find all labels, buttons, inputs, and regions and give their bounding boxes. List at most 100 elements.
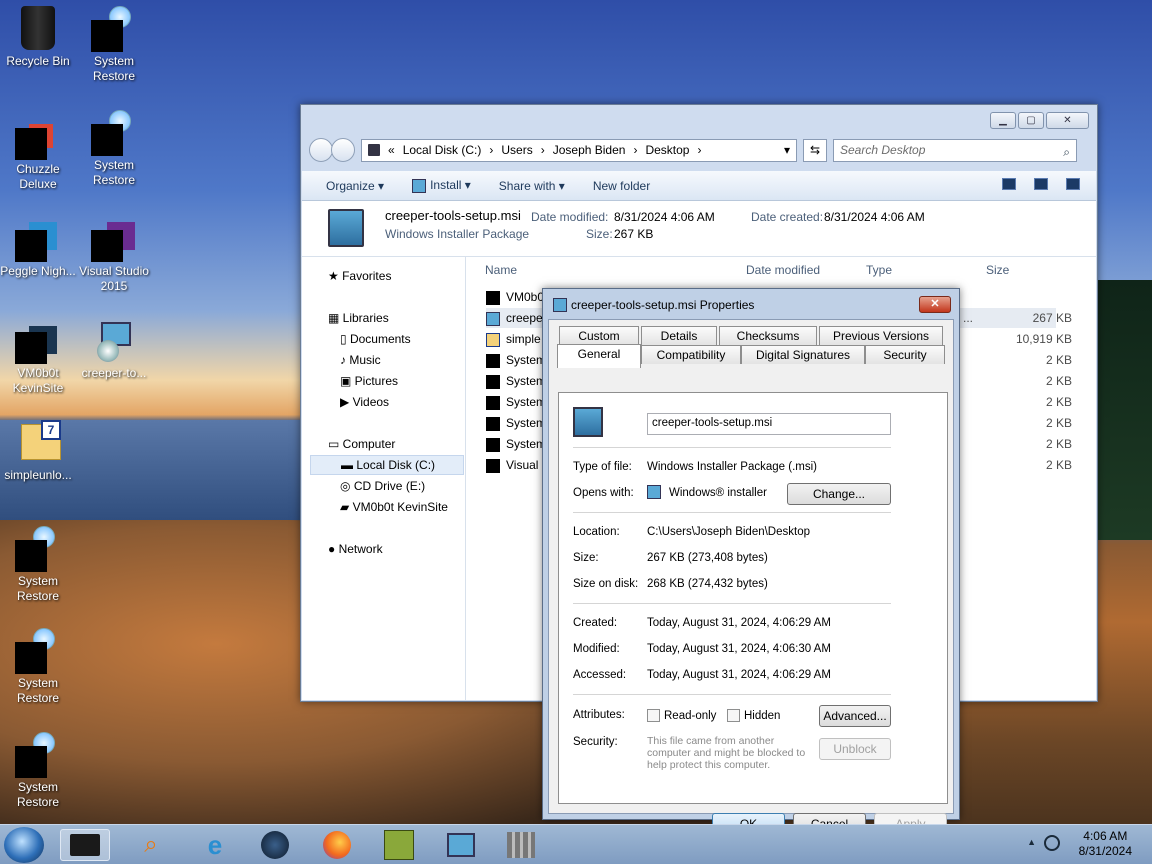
clock-time: 4:06 AM [1083, 829, 1128, 843]
taskbar-sandbox[interactable] [496, 829, 546, 861]
refresh-button[interactable]: ⇆ [803, 138, 827, 162]
nav-computer[interactable]: ▭ Computer [328, 437, 395, 451]
desktop-icon-system-restore[interactable]: System Restore [76, 6, 152, 84]
desktop-icon-creeper-tools[interactable]: creeper-to... [76, 318, 152, 381]
tab-previous-versions[interactable]: Previous Versions [819, 326, 943, 345]
desktop-icon-label: System Restore [92, 54, 136, 83]
column-date-modified[interactable]: Date modified [746, 263, 820, 277]
taskbar-globe[interactable] [250, 829, 300, 861]
desktop-icon-vm0b0t[interactable]: VM0b0t KevinSite [0, 318, 76, 396]
nav-label: Documents [349, 332, 411, 346]
breadcrumb-local-disk[interactable]: Local Disk (C:) [403, 143, 482, 157]
start-button[interactable] [4, 827, 44, 863]
desktop-icon-system-restore[interactable]: System Restore [0, 732, 76, 810]
tab-custom[interactable]: Custom [559, 326, 639, 345]
library-icon: ▦ [328, 311, 343, 325]
nav-libraries[interactable]: ▦ Libraries [328, 311, 389, 325]
readonly-checkbox[interactable] [647, 709, 660, 722]
readonly-label[interactable]: Read-only [664, 710, 716, 722]
install-button[interactable]: Install ▾ [412, 178, 471, 193]
taskbar-search[interactable]: ⌕ [126, 829, 176, 861]
desktop-icon-system-restore[interactable]: System Restore [76, 110, 152, 188]
tab-security[interactable]: Security [865, 345, 945, 364]
chevron-right-icon[interactable]: › [633, 143, 637, 157]
close-button[interactable]: ✕ [1046, 112, 1089, 129]
forward-button[interactable] [331, 138, 355, 162]
file-row[interactable]: VM0b0 [486, 287, 544, 307]
organize-button[interactable]: Organize ▾ [326, 179, 384, 193]
taskbar: ⌕ e ▲ 4:06 AM 8/31/2024 [0, 824, 1152, 864]
dialog-close-button[interactable]: ✕ [919, 296, 951, 313]
firefox-icon [323, 831, 351, 859]
chevron-right-icon[interactable]: › [697, 143, 701, 157]
unblock-button[interactable]: Unblock [819, 738, 891, 760]
search-input[interactable]: Search Desktop ⌕ [833, 138, 1077, 163]
dropdown-arrow-icon[interactable]: ▾ [784, 143, 790, 157]
desktop-icon-system-restore[interactable]: System Restore [0, 526, 76, 604]
column-type[interactable]: Type [866, 263, 892, 277]
breadcrumb-users[interactable]: Users [501, 143, 532, 157]
filename-field[interactable]: creeper-tools-setup.msi [647, 413, 891, 435]
change-button[interactable]: Change... [787, 483, 891, 505]
address-bar[interactable]: « Local Disk (C:) › Users › Joseph Biden… [361, 138, 797, 162]
help-icon[interactable] [1066, 178, 1080, 190]
new-folder-button[interactable]: New folder [593, 179, 650, 193]
nav-music[interactable]: ♪ Music [340, 353, 381, 367]
tab-details[interactable]: Details [641, 326, 717, 345]
network-status-icon[interactable] [1044, 835, 1060, 851]
desktop-icon-system-restore[interactable]: System Restore [0, 628, 76, 706]
minimize-button[interactable]: ▁ [990, 112, 1016, 129]
nav-cd-drive[interactable]: ◎ CD Drive (E:) [340, 479, 425, 493]
search-icon[interactable]: ⌕ [1063, 142, 1070, 163]
tab-checksums[interactable]: Checksums [719, 326, 817, 345]
maximize-button[interactable]: ▢ [1018, 112, 1044, 129]
computer-icon: ▭ [328, 437, 343, 451]
nav-pictures[interactable]: ▣ Pictures [340, 374, 398, 388]
hidden-checkbox[interactable] [727, 709, 740, 722]
desktop-icon-recycle-bin[interactable]: Recycle Bin [0, 6, 76, 69]
nav-videos[interactable]: ▶ Videos [340, 395, 389, 409]
back-button[interactable] [309, 138, 333, 162]
tab-general[interactable]: General [557, 344, 641, 368]
nav-vm0b0t[interactable]: ▰ VM0b0t KevinSite [340, 500, 448, 514]
view-options-icon[interactable] [1002, 178, 1016, 190]
desktop-icon-peggle[interactable]: Peggle Nigh... [0, 216, 76, 279]
properties-dialog: creeper-tools-setup.msi Properties ✕ Cus… [542, 288, 960, 835]
tab-compatibility[interactable]: Compatibility [641, 345, 741, 364]
chevron-right-icon[interactable]: › [541, 143, 545, 157]
advanced-button[interactable]: Advanced... [819, 705, 891, 727]
taskbar-firefox[interactable] [312, 829, 362, 861]
installer-icon [553, 298, 567, 312]
nav-local-disk[interactable]: ▬ Local Disk (C:) [310, 455, 464, 475]
taskbar-ie[interactable]: e [190, 829, 240, 861]
file-icon [486, 290, 500, 305]
breadcrumb-desktop[interactable]: Desktop [645, 143, 689, 157]
tray-expand-icon[interactable]: ▲ [1027, 837, 1036, 847]
clock[interactable]: 4:06 AM 8/31/2024 [1079, 829, 1132, 859]
network-icon: ● [328, 542, 339, 556]
desktop-icon-visual-studio[interactable]: Visual Studio 2015 [76, 216, 152, 294]
nav-documents[interactable]: ▯ Documents [340, 332, 411, 346]
column-name[interactable]: Name [485, 263, 517, 277]
tab-digital-signatures[interactable]: Digital Signatures [741, 345, 865, 364]
nav-favorites[interactable]: ★ Favorites [328, 269, 391, 283]
taskbar-box-app[interactable] [374, 829, 424, 861]
taskbar-installer[interactable] [436, 829, 486, 861]
breadcrumb-joseph-biden[interactable]: Joseph Biden [553, 143, 626, 157]
share-with-button[interactable]: Share with ▾ [499, 179, 565, 193]
nav-label: Pictures [354, 374, 399, 388]
details-modified-label: Date modified: [531, 210, 609, 224]
nav-network[interactable]: ● Network [328, 542, 383, 556]
hidden-label[interactable]: Hidden [744, 710, 780, 722]
column-size[interactable]: Size [986, 263, 1009, 277]
clock-date: 8/31/2024 [1078, 844, 1132, 858]
desktop-icon-simpleunlocker[interactable]: 7 simpleunlo... [0, 420, 76, 483]
security-label: Security: [573, 736, 618, 748]
preview-pane-icon[interactable] [1034, 178, 1048, 190]
file-name: System [506, 437, 547, 451]
chevron-right-icon[interactable]: › [489, 143, 493, 157]
breadcrumb-overflow[interactable]: « [388, 143, 395, 157]
installer-icon [328, 209, 364, 247]
desktop-icon-chuzzle[interactable]: Chuzzle Deluxe [0, 114, 76, 192]
taskbar-explorer[interactable] [60, 829, 110, 861]
